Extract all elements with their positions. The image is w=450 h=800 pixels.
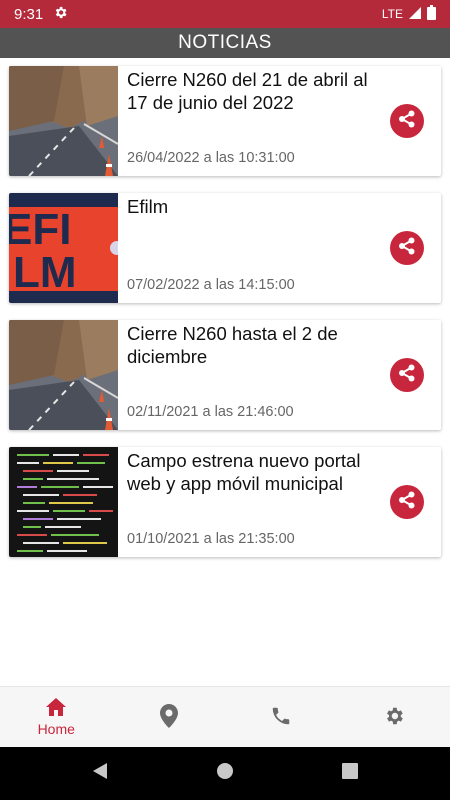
share-icon	[397, 490, 417, 515]
share-button[interactable]	[390, 358, 424, 392]
status-time: 9:31	[14, 5, 44, 23]
share-button[interactable]	[390, 104, 424, 138]
nav-item-home[interactable]: Home	[0, 687, 113, 747]
news-card[interactable]: EFI LM Efilm 07/02/2022 a las 14:15:00	[9, 193, 441, 303]
efilm-logo-bottom: LM	[13, 248, 77, 297]
home-circle-icon	[216, 762, 234, 785]
share-icon	[397, 109, 417, 134]
news-date: 07/02/2022 a las 14:15:00	[127, 277, 295, 293]
status-bar: 9:31 LTE	[0, 0, 450, 28]
news-date: 26/04/2022 a las 10:31:00	[127, 150, 295, 166]
recents-square-icon	[342, 763, 358, 784]
gear-icon	[383, 705, 405, 730]
news-title: Cierre N260 hasta el 2 de diciembre	[127, 323, 338, 367]
phone-icon	[270, 705, 292, 730]
nav-item-phone[interactable]	[225, 687, 338, 747]
recents-button[interactable]	[288, 763, 413, 784]
network-label: LTE	[381, 7, 403, 21]
news-date: 02/11/2021 a las 21:46:00	[127, 404, 294, 420]
home-icon	[45, 697, 67, 720]
bottom-navigation: Home	[0, 686, 450, 747]
news-thumbnail-road	[9, 320, 118, 430]
share-icon	[397, 363, 417, 388]
news-card[interactable]: Campo estrena nuevo portal web y app móv…	[9, 447, 441, 557]
nav-item-location[interactable]	[113, 687, 226, 747]
back-triangle-icon	[92, 762, 108, 785]
gear-icon	[53, 5, 68, 24]
share-button[interactable]	[390, 485, 424, 519]
news-card[interactable]: Cierre N260 hasta el 2 de diciembre 02/1…	[9, 320, 441, 430]
location-pin-icon	[159, 703, 178, 731]
nav-item-settings[interactable]	[338, 687, 450, 747]
back-button[interactable]	[38, 762, 163, 785]
news-date: 01/10/2021 a las 21:35:00	[127, 531, 295, 547]
news-title: Efilm	[127, 196, 169, 217]
share-icon	[397, 236, 417, 261]
news-title: Cierre N260 del 21 de abril al 17 de jun…	[127, 69, 368, 113]
news-thumbnail-efilm: EFI LM	[9, 193, 118, 303]
news-thumbnail-code	[9, 447, 118, 557]
share-button[interactable]	[390, 231, 424, 265]
efilm-logo-top: EFI	[9, 205, 71, 254]
battery-icon	[427, 5, 436, 23]
app-bar: NOTICIAS	[0, 28, 450, 58]
page-title: NOTICIAS	[178, 32, 272, 53]
news-thumbnail-road	[9, 66, 118, 176]
system-navigation-bar	[0, 747, 450, 800]
news-card[interactable]: Cierre N260 del 21 de abril al 17 de jun…	[9, 66, 441, 176]
signal-icon	[409, 6, 421, 22]
nav-item-home-label: Home	[37, 721, 75, 737]
home-system-button[interactable]	[163, 762, 288, 785]
news-title: Campo estrena nuevo portal web y app móv…	[127, 450, 361, 494]
